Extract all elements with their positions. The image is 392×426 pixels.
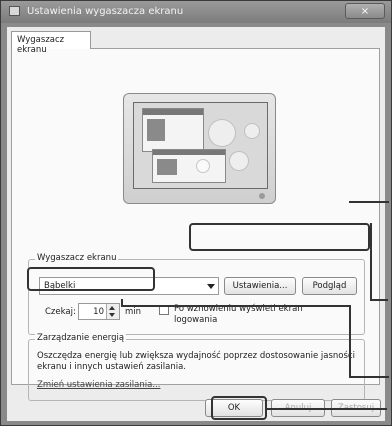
window-title: Ustawienia wygaszacza ekranu [27,6,184,17]
power-settings-link[interactable]: Zmień ustawienia zasilania... [37,380,160,390]
annotation-line [349,376,389,378]
bubble-graphic [208,119,236,147]
energy-description: Oszczędza energię lub zwiększa wydajność… [37,351,355,372]
bubble-graphic [244,123,260,139]
tab-panel: Wygaszacz ekranu Bąbelki Ustawienia... P… [11,48,380,401]
screensaver-settings-window: Ustawienia wygaszacza ekranu × Wygaszacz… [0,0,392,426]
annotation-arrow [349,201,389,203]
monitor-power-indicator [259,193,265,199]
wait-minutes-value[interactable]: 10 [93,307,104,317]
energy-group-legend: Zarządzanie energią [35,333,127,343]
screensaver-group-legend: Wygaszacz ekranu [35,253,119,263]
monitor-preview [123,93,276,204]
preview-window-2 [152,149,226,183]
spinner-arrows-icon[interactable] [106,304,119,319]
settings-button[interactable]: Ustawienia... [224,277,296,295]
preview-screen [133,102,268,189]
tab-label: Wygaszacz ekranu [17,35,65,55]
screensaver-select-value: Bąbelki [44,281,76,291]
dialog-client-area: Wygaszacz ekranu Wygaszacz ekranu Bąbelk… [7,27,385,421]
screensaver-group: Wygaszacz ekranu Bąbelki Ustawienia... P… [28,253,365,335]
resume-logon-label[interactable]: Po wznowieniu wyświetl ekran logowania [174,304,324,326]
preview-button[interactable]: Podgląd [302,277,357,295]
energy-group: Zarządzanie energią Oszczędza energię lu… [28,333,365,401]
annotation-line [370,223,372,301]
tab-screensaver[interactable]: Wygaszacz ekranu [11,31,91,55]
chevron-down-icon[interactable] [207,284,215,289]
preview-window-1 [142,108,204,152]
annotation-line [370,299,388,301]
close-button[interactable]: × [345,3,385,19]
spinner-up-icon[interactable] [109,306,115,310]
bubble-graphic [196,159,210,173]
minutes-unit-label: min [125,307,142,317]
annotation-line [349,305,351,377]
screensaver-window-icon [9,6,20,16]
bubble-graphic [229,151,249,171]
annotation-arrow [267,408,387,410]
wait-label: Czekaj: [45,307,76,317]
annotation-line [121,305,351,307]
ok-button[interactable]: OK [205,399,263,417]
title-bar[interactable]: Ustawienia wygaszacza ekranu × [1,1,391,23]
screensaver-select[interactable]: Bąbelki [39,277,219,295]
spinner-down-icon[interactable] [109,313,115,317]
wait-minutes-stepper[interactable]: 10 [78,303,120,320]
